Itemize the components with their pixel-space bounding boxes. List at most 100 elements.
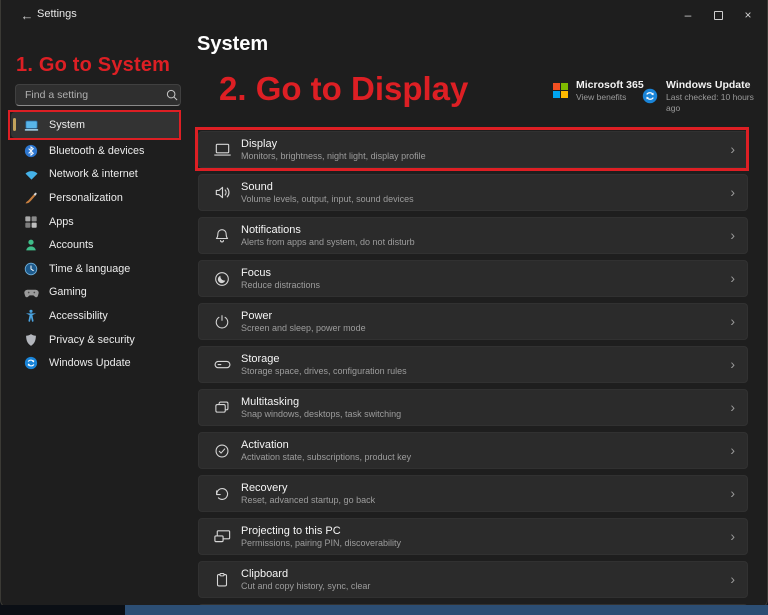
sidebar-item-windows-update[interactable]: Windows Update xyxy=(11,351,181,375)
minimize-button[interactable]: – xyxy=(673,0,703,30)
settings-row-recovery[interactable]: Recovery Reset, advanced startup, go bac… xyxy=(198,475,748,512)
notifications-icon xyxy=(212,226,232,246)
windows-update-icon xyxy=(23,355,39,371)
settings-row-notifications[interactable]: Notifications Alerts from apps and syste… xyxy=(198,217,748,254)
sidebar-item-label: Personalization xyxy=(49,192,123,204)
settings-row-title: Notifications xyxy=(241,224,721,237)
chevron-right-icon: › xyxy=(730,572,735,588)
settings-row-subtitle: Screen and sleep, power mode xyxy=(241,323,721,333)
microsoft-logo-icon xyxy=(553,83,568,98)
annotation-step2: 2. Go to Display xyxy=(219,70,468,108)
back-button[interactable]: ← xyxy=(15,4,39,26)
close-button[interactable]: × xyxy=(733,0,763,30)
sidebar-item-privacy-security[interactable]: Privacy & security xyxy=(11,328,181,352)
settings-row-title: Power xyxy=(241,310,721,323)
settings-row-clipboard[interactable]: Clipboard Cut and copy history, sync, cl… xyxy=(198,561,748,598)
gaming-icon xyxy=(23,284,39,300)
settings-row-multitasking[interactable]: Multitasking Snap windows, desktops, tas… xyxy=(198,389,748,426)
settings-row-subtitle: Cut and copy history, sync, clear xyxy=(241,581,721,591)
settings-row-title: Recovery xyxy=(241,482,721,495)
chevron-right-icon: › xyxy=(730,314,735,330)
settings-row-storage[interactable]: Storage Storage space, drives, configura… xyxy=(198,346,748,383)
windows-update-card[interactable]: Windows Update Last checked: 10 hours ag… xyxy=(642,79,767,113)
time-language-icon xyxy=(23,261,39,277)
focus-icon xyxy=(212,269,232,289)
settings-row-subtitle: Permissions, pairing PIN, discoverabilit… xyxy=(241,538,721,548)
settings-row-sound[interactable]: Sound Volume levels, output, input, soun… xyxy=(198,174,748,211)
storage-icon xyxy=(212,355,232,375)
chevron-right-icon: › xyxy=(730,185,735,201)
settings-row-projecting-to-this-pc[interactable]: Projecting to this PC Permissions, pairi… xyxy=(198,518,748,555)
settings-row-subtitle: Alerts from apps and system, do not dist… xyxy=(241,237,721,247)
settings-row-title: Multitasking xyxy=(241,396,721,409)
system-icon xyxy=(23,117,39,133)
accent-pill xyxy=(13,118,16,131)
windows-update-icon xyxy=(642,88,658,104)
maximize-icon xyxy=(714,11,723,20)
settings-row-subtitle: Volume levels, output, input, sound devi… xyxy=(241,194,721,204)
sidebar-item-personalization[interactable]: Personalization xyxy=(11,186,181,210)
windows-update-subtitle: Last checked: 10 hours ago xyxy=(666,92,767,113)
sidebar-item-accessibility[interactable]: Accessibility xyxy=(11,304,181,328)
back-arrow-icon: ← xyxy=(21,8,34,23)
microsoft-365-card[interactable]: Microsoft 365 View benefits xyxy=(553,79,644,103)
sidebar-item-label: Accounts xyxy=(49,239,93,251)
bluetooth-icon xyxy=(23,143,39,159)
settings-row-title: Clipboard xyxy=(241,568,721,581)
settings-row-subtitle: Snap windows, desktops, task switching xyxy=(241,409,721,419)
settings-row-subtitle: Activation state, subscriptions, product… xyxy=(241,452,721,462)
sidebar-item-network-internet[interactable]: Network & internet xyxy=(11,163,181,187)
multitasking-icon xyxy=(212,398,232,418)
settings-window: ← Settings – × 1. Go to System xyxy=(0,0,768,608)
activation-icon xyxy=(212,441,232,461)
display-icon xyxy=(212,140,232,160)
chevron-right-icon: › xyxy=(730,443,735,459)
settings-row-title: Projecting to this PC xyxy=(241,525,721,538)
personalization-icon xyxy=(23,190,39,206)
sidebar-item-label: System xyxy=(49,119,85,131)
chevron-right-icon: › xyxy=(730,142,735,158)
minimize-icon: – xyxy=(685,8,692,22)
settings-row-display[interactable]: Display Monitors, brightness, night ligh… xyxy=(198,131,748,168)
settings-row-power[interactable]: Power Screen and sleep, power mode › xyxy=(198,303,748,340)
network-icon xyxy=(23,166,39,182)
sidebar-item-accounts[interactable]: Accounts xyxy=(11,233,181,257)
title-bar[interactable]: ← Settings – × xyxy=(1,0,767,30)
sidebar-item-label: Accessibility xyxy=(49,310,108,322)
chevron-right-icon: › xyxy=(730,228,735,244)
sidebar-item-label: Windows Update xyxy=(49,357,131,369)
main-panel: System 2. Go to Display Microsoft 365 Vi… xyxy=(191,30,767,607)
apps-icon xyxy=(23,214,39,230)
sidebar-item-bluetooth-devices[interactable]: Bluetooth & devices xyxy=(11,139,181,163)
sidebar-item-apps[interactable]: Apps xyxy=(11,210,181,234)
settings-row-subtitle: Reduce distractions xyxy=(241,280,721,290)
settings-row-focus[interactable]: Focus Reduce distractions › xyxy=(198,260,748,297)
search-box[interactable] xyxy=(15,84,181,106)
power-icon xyxy=(212,312,232,332)
sidebar-item-system[interactable]: System xyxy=(11,112,181,138)
annotation-step1: 1. Go to System xyxy=(16,54,170,77)
recovery-icon xyxy=(212,484,232,504)
settings-row-subtitle: Monitors, brightness, night light, displ… xyxy=(241,151,721,161)
maximize-button[interactable] xyxy=(703,0,733,30)
settings-rows: Display Monitors, brightness, night ligh… xyxy=(198,131,748,607)
settings-row-activation[interactable]: Activation Activation state, subscriptio… xyxy=(198,432,748,469)
sidebar-item-label: Privacy & security xyxy=(49,334,135,346)
window-controls: – × xyxy=(673,0,763,30)
microsoft-365-title: Microsoft 365 xyxy=(576,79,644,92)
chevron-right-icon: › xyxy=(730,357,735,373)
settings-row-subtitle: Storage space, drives, configuration rul… xyxy=(241,366,721,376)
accounts-icon xyxy=(23,237,39,253)
windows-update-title: Windows Update xyxy=(666,79,767,92)
sidebar-item-label: Time & language xyxy=(49,263,130,275)
sidebar: 1. Go to System System Bluetooth & devic… xyxy=(1,30,191,607)
sidebar-item-time-language[interactable]: Time & language xyxy=(11,257,181,281)
microsoft-365-subtitle: View benefits xyxy=(576,92,644,103)
sidebar-item-label: Apps xyxy=(49,216,74,228)
search-input[interactable] xyxy=(16,89,166,101)
clipboard-icon xyxy=(212,570,232,590)
sidebar-item-gaming[interactable]: Gaming xyxy=(11,281,181,305)
close-icon: × xyxy=(744,8,751,22)
chevron-right-icon: › xyxy=(730,486,735,502)
settings-row-title: Focus xyxy=(241,267,721,280)
